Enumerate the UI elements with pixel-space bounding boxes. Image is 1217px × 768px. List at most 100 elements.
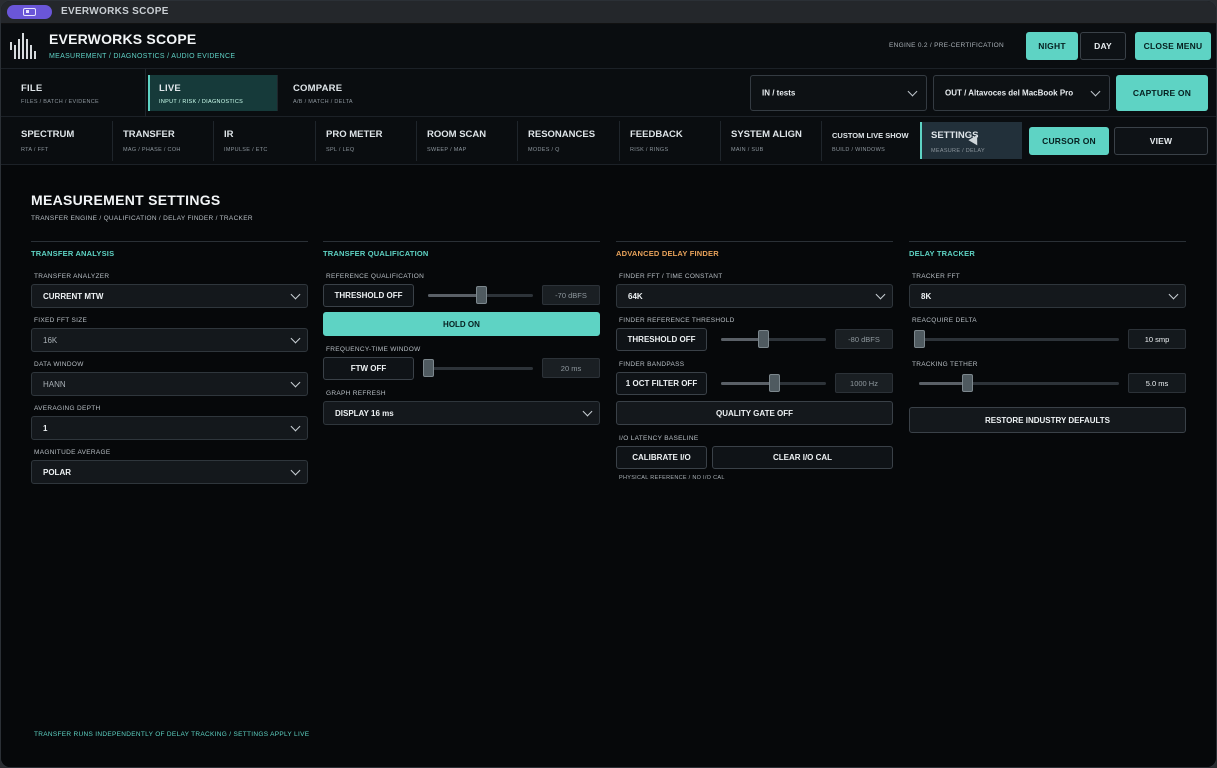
- slider-thumb[interactable]: [758, 330, 769, 348]
- tab-feedback-label: FEEDBACK: [630, 129, 683, 140]
- app-header: EVERWORKS SCOPE MEASUREMENT / DIAGNOSTIC…: [1, 24, 1216, 69]
- ftw-toggle-button[interactable]: FTW OFF: [323, 357, 414, 380]
- bandpass-slider[interactable]: [721, 374, 826, 392]
- tracker-fft-select[interactable]: 8K: [909, 284, 1186, 308]
- window-title: EVERWORKS SCOPE: [61, 6, 169, 17]
- output-device-select[interactable]: OUT / Altavoces del MacBook Pro: [933, 75, 1110, 111]
- field-label: FINDER FFT / TIME CONSTANT: [619, 273, 723, 280]
- calibrate-io-button[interactable]: CALIBRATE I/O: [616, 446, 707, 469]
- slider-fill: [721, 338, 763, 341]
- tab-compare-sub: A/B / MATCH / DELTA: [293, 99, 353, 105]
- physical-reference-note: PHYSICAL REFERENCE / NO I/O CAL: [619, 475, 725, 481]
- waveform-logo-icon: [10, 33, 38, 59]
- quality-gate-button[interactable]: QUALITY GATE OFF: [616, 401, 893, 425]
- app-subtitle: MEASUREMENT / DIAGNOSTICS / AUDIO EVIDEN…: [49, 53, 236, 60]
- view-button[interactable]: VIEW: [1114, 127, 1208, 155]
- window-icon-button[interactable]: [7, 5, 52, 19]
- tab-system-align[interactable]: SYSTEM ALIGN MAIN / SUB: [722, 121, 822, 161]
- ftw-slider[interactable]: [423, 359, 533, 377]
- tab-file[interactable]: FILE FILES / BATCH / EVIDENCE: [12, 69, 146, 117]
- section-heading: TRANSFER QUALIFICATION: [323, 249, 429, 258]
- fft-size-select[interactable]: 16K: [31, 328, 308, 352]
- threshold-toggle-button[interactable]: THRESHOLD OFF: [323, 284, 414, 307]
- transfer-analyzer-value: CURRENT MTW: [43, 292, 104, 301]
- cursor-toggle-button[interactable]: CURSOR ON: [1029, 127, 1109, 155]
- page-title: MEASUREMENT SETTINGS: [31, 192, 221, 208]
- field-label: REFERENCE QUALIFICATION: [326, 273, 425, 280]
- slider-thumb[interactable]: [914, 330, 925, 348]
- restore-defaults-button[interactable]: RESTORE INDUSTRY DEFAULTS: [909, 407, 1186, 433]
- slider-thumb[interactable]: [962, 374, 973, 392]
- tab-resonances[interactable]: RESONANCES MODES / Q: [519, 121, 620, 161]
- settings-panel: MEASUREMENT SETTINGS TRANSFER ENGINE / Q…: [1, 166, 1216, 767]
- tab-transfer[interactable]: TRANSFER MAG / PHASE / COH: [114, 121, 214, 161]
- tab-feedback[interactable]: FEEDBACK RISK / RINGS: [621, 121, 721, 161]
- data-window-value: HANN: [43, 380, 66, 389]
- window-icon: [23, 8, 36, 16]
- reacquire-delta-value: 10 smp: [1128, 329, 1186, 349]
- tab-spectrum[interactable]: SPECTRUM RTA / FFT: [12, 121, 113, 161]
- finder-threshold-slider[interactable]: [721, 330, 826, 348]
- slider-thumb[interactable]: [768, 374, 780, 392]
- tab-pro-meter[interactable]: PRO METER SPL / LEQ: [317, 121, 417, 161]
- tracking-tether-value: 5.0 ms: [1128, 373, 1186, 393]
- field-label: AVERAGING DEPTH: [34, 405, 101, 412]
- chevron-down-icon: [907, 86, 918, 97]
- engine-label: ENGINE 0.2 / PRE-CERTIFICATION: [889, 42, 1004, 49]
- delay-tracker-section: DELAY TRACKER TRACKER FFT 8K REACQUIRE D…: [909, 241, 1186, 433]
- field-label: MAGNITUDE AVERAGE: [34, 449, 111, 456]
- field-label: I/O LATENCY BASELINE: [619, 435, 699, 442]
- slider-thumb[interactable]: [423, 359, 434, 377]
- hold-toggle-button[interactable]: HOLD ON: [323, 312, 600, 336]
- field-label: FINDER REFERENCE THRESHOLD: [619, 317, 735, 324]
- input-device-select[interactable]: IN / tests: [750, 75, 927, 111]
- chevron-down-icon: [1090, 86, 1101, 97]
- magnitude-average-select[interactable]: POLAR: [31, 460, 308, 484]
- tab-transfer-sub: MAG / PHASE / COH: [123, 147, 181, 153]
- tab-transfer-label: TRANSFER: [123, 129, 175, 140]
- threshold-value: -70 dBFS: [542, 285, 600, 305]
- tab-room-scan[interactable]: ROOM SCAN SWEEP / MAP: [418, 121, 518, 161]
- field-label: FIXED FFT SIZE: [34, 317, 88, 324]
- tab-live[interactable]: LIVE INPUT / RISK / DIAGNOSTICS: [148, 75, 278, 111]
- chevron-down-icon: [290, 333, 301, 344]
- transfer-analyzer-select[interactable]: CURRENT MTW: [31, 284, 308, 308]
- tab-ir-label: IR: [224, 129, 234, 140]
- averaging-depth-select[interactable]: 1: [31, 416, 308, 440]
- night-mode-button[interactable]: NIGHT: [1026, 32, 1078, 60]
- day-mode-button[interactable]: DAY: [1080, 32, 1126, 60]
- data-window-select[interactable]: HANN: [31, 372, 308, 396]
- slider-fill: [428, 294, 481, 297]
- chevron-down-icon: [582, 406, 593, 417]
- output-device-value: OUT / Altavoces del MacBook Pro: [945, 88, 1074, 98]
- tab-ir[interactable]: IR IMPULSE / ETC: [215, 121, 316, 161]
- graph-refresh-select[interactable]: DISPLAY 16 ms: [323, 401, 600, 425]
- field-label: FREQUENCY-TIME WINDOW: [326, 346, 421, 353]
- graph-refresh-value: DISPLAY 16 ms: [335, 409, 394, 418]
- bandpass-filter-toggle-button[interactable]: 1 OCT FILTER OFF: [616, 372, 707, 395]
- tab-pro-meter-label: PRO METER: [326, 129, 383, 140]
- capture-toggle-button[interactable]: CAPTURE ON: [1116, 75, 1208, 111]
- tab-live-sub: INPUT / RISK / DIAGNOSTICS: [159, 99, 244, 105]
- close-menu-button[interactable]: CLOSE MENU: [1135, 32, 1211, 60]
- ftw-value: 20 ms: [542, 358, 600, 378]
- reacquire-delta-slider[interactable]: [914, 330, 1119, 348]
- tab-compare[interactable]: COMPARE A/B / MATCH / DELTA: [284, 69, 418, 117]
- tracking-tether-slider[interactable]: [919, 374, 1119, 392]
- section-heading: ADVANCED DELAY FINDER: [616, 249, 719, 258]
- tab-file-sub: FILES / BATCH / EVIDENCE: [21, 99, 100, 105]
- tab-room-scan-sub: SWEEP / MAP: [427, 147, 467, 153]
- threshold-slider[interactable]: [428, 286, 533, 304]
- magnitude-average-value: POLAR: [43, 468, 71, 477]
- slider-fill: [721, 382, 774, 385]
- clear-io-cal-button[interactable]: CLEAR I/O CAL: [712, 446, 893, 469]
- chevron-down-icon: [290, 421, 301, 432]
- transfer-analysis-section: TRANSFER ANALYSIS TRANSFER ANALYZER CURR…: [31, 241, 308, 484]
- chevron-down-icon: [290, 465, 301, 476]
- field-label: TRACKER FFT: [912, 273, 961, 280]
- finder-threshold-toggle-button[interactable]: THRESHOLD OFF: [616, 328, 707, 351]
- slider-thumb[interactable]: [475, 286, 487, 304]
- tab-custom-live-show[interactable]: CUSTOM LIVE SHOW BUILD / WINDOWS: [823, 121, 920, 161]
- bandpass-value: 1000 Hz: [835, 373, 893, 393]
- finder-fft-select[interactable]: 64K: [616, 284, 893, 308]
